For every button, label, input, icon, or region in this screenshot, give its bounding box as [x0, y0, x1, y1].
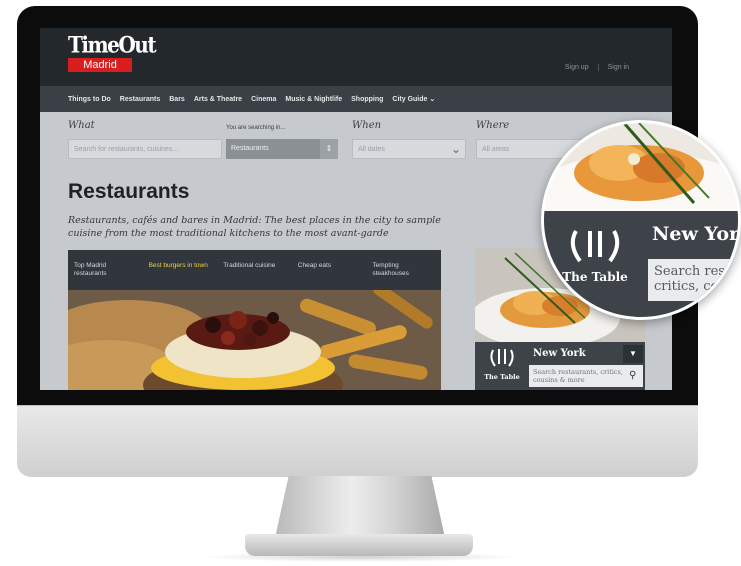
widget-search-input[interactable]: Search restaurants, critics, cousins & m… [529, 365, 643, 387]
monitor-stand-neck [275, 476, 445, 538]
what-label: What [68, 120, 95, 131]
widget-bar: The Table New York ▼ Search restaurants,… [475, 342, 645, 390]
search-icon[interactable]: ⚲ [629, 370, 636, 381]
laurel-icon [490, 349, 514, 367]
logo-wordmark: TimeOut [68, 31, 157, 59]
logo-city: Madrid [68, 58, 132, 72]
site-header: TimeOut Madrid Sign up Sign in [40, 28, 672, 86]
the-table-wordmark: The Table [484, 373, 520, 381]
burger-photo[interactable] [68, 290, 441, 390]
tab-traditional[interactable]: Traditional cuisine [217, 250, 292, 290]
nav-arts-theatre[interactable]: Arts & Theatre [194, 96, 242, 103]
searching-in-label: You are searching in... [226, 125, 286, 131]
category-select[interactable]: Restaurants ⇕ [226, 139, 338, 159]
nav-restaurants[interactable]: Restaurants [120, 96, 160, 103]
zoom-the-table-wordmark: The Table [562, 270, 628, 284]
category-tabs: Top Madrid restaurants Best burgers in t… [68, 250, 441, 290]
zoom-search-input: Search rest critics, co [648, 259, 738, 301]
chevron-down-icon: ⌄ [450, 142, 461, 156]
category-value: Restaurants [231, 145, 269, 152]
nav-shopping[interactable]: Shopping [351, 96, 383, 103]
where-label: Where [476, 120, 510, 131]
page-subtitle: Restaurants, cafés and bares in Madrid: … [68, 215, 441, 239]
zoom-magnifier: The Table New Yor Search rest critics, c… [541, 120, 741, 320]
updown-icon: ⇕ [320, 139, 338, 159]
city-select[interactable]: New York [529, 345, 621, 363]
when-select[interactable]: All dates ⌄ [352, 139, 466, 159]
monitor-stand-foot [245, 534, 473, 556]
tab-steakhouses[interactable]: Tempting steakhouses [366, 250, 441, 290]
monitor-mockup: TimeOut Madrid Sign up Sign in Things to … [0, 0, 741, 566]
nav-city-guide[interactable]: City Guide ⌄ [392, 95, 435, 103]
signin-link[interactable]: Sign in [601, 64, 636, 71]
when-value: All dates [358, 146, 385, 153]
auth-links: Sign up Sign in [558, 64, 636, 71]
when-label: When [352, 120, 382, 131]
zoom-the-table-logo: The Table [558, 225, 632, 284]
tab-best-burgers[interactable]: Best burgers in town [143, 250, 218, 290]
zoom-laurel-icon [570, 230, 620, 263]
nav-music-nightlife[interactable]: Music & Nightlife [285, 96, 342, 103]
main-nav: Things to Do Restaurants Bars Arts & The… [40, 86, 672, 112]
site-logo[interactable]: TimeOut Madrid [68, 31, 157, 72]
burger-image [68, 290, 441, 390]
tab-top-madrid[interactable]: Top Madrid restaurants [68, 250, 143, 290]
nav-things-to-do[interactable]: Things to Do [68, 96, 111, 103]
tab-cheap-eats[interactable]: Cheap eats [292, 250, 367, 290]
caret-down-icon[interactable]: ▼ [623, 345, 643, 363]
zoom-city-label: New Yor [652, 223, 740, 245]
what-input[interactable]: Search for restaurants, cuisines... [68, 139, 222, 159]
nav-cinema[interactable]: Cinema [251, 96, 276, 103]
auth-divider [597, 64, 599, 71]
nav-bars[interactable]: Bars [169, 96, 185, 103]
signup-link[interactable]: Sign up [558, 64, 596, 71]
the-table-logo: The Table [479, 346, 525, 386]
page-title: Restaurants [68, 180, 190, 203]
monitor-chin [17, 405, 698, 477]
where-value: All areas [482, 146, 510, 153]
